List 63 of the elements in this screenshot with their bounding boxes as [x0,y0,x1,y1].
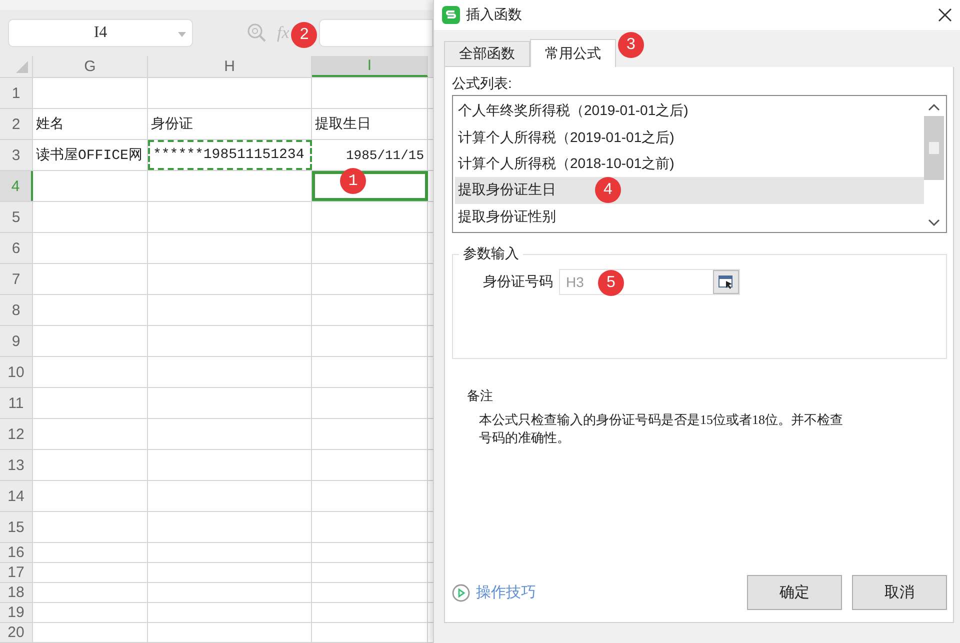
row-header[interactable]: 7 [0,264,33,294]
list-label: 公式列表: [452,75,513,93]
scroll-grip-icon[interactable] [929,142,939,154]
row-header[interactable]: 9 [0,326,33,356]
row-header[interactable]: 11 [0,388,33,418]
cancel-button[interactable]: 取消 [852,575,947,610]
row-header[interactable]: 20 [0,623,33,642]
table-cell: 姓名 [33,109,148,139]
step-badge: 1 [340,168,366,194]
window-title: 插入函数 [466,6,523,24]
table-cell: 提取生日 [312,109,428,139]
note-title: 备注 [467,387,494,405]
app-logo-icon [442,6,460,24]
formula-item[interactable]: 计算个人所得税（2019-01-01之后) [455,124,924,151]
zoom-icon[interactable] [247,22,267,43]
row-header[interactable]: 12 [0,419,33,449]
row-header[interactable]: 4 [0,171,33,201]
formula-item[interactable]: 计算个人所得税（2018-10-01之前) [455,150,924,178]
scroll-down-icon[interactable] [928,218,940,228]
scroll-up-icon[interactable] [928,102,940,112]
tips-link[interactable]: 操作技巧 [452,583,536,602]
select-all-icon[interactable] [16,61,28,73]
formula-field[interactable] [319,18,433,47]
row-header[interactable]: 5 [0,202,33,232]
close-icon[interactable] [938,8,952,22]
cell-select-icon [718,275,734,289]
dropdown-caret-icon [178,32,186,37]
active-cell[interactable]: 1 [312,171,428,201]
tab[interactable]: 常用公式 [530,39,616,67]
step-badge: 3 [618,32,644,58]
tab[interactable]: 全部函数 [444,41,530,67]
formula-item[interactable]: 个人年终奖所得税（2019-01-01之后) [455,98,924,124]
row-header[interactable]: 15 [0,512,33,542]
row-header[interactable]: 17 [0,563,33,582]
row-header[interactable]: 13 [0,450,33,480]
input-field[interactable]: H3 5 [559,269,740,295]
field-label: 身份证号码 [483,273,553,291]
formula-item[interactable]: 提取身份证生日 4 [455,177,924,204]
step-badge: 5 [598,270,624,296]
row-header[interactable]: 2 [0,109,33,139]
row-header[interactable]: 6 [0,233,33,263]
row-header[interactable]: 19 [0,603,33,622]
step-badge: 2 [291,22,318,48]
formula-item[interactable]: 提取身份证性别 [455,204,924,230]
row-header[interactable]: 3 [0,140,33,170]
row-header[interactable]: 8 [0,295,33,325]
group-legend: 参数输入 [459,245,523,263]
name-box[interactable]: I4 [8,18,193,47]
row-header[interactable]: 1 [0,78,33,108]
step-badge: 4 [595,177,621,204]
range-picker-button[interactable] [713,270,739,294]
column-header[interactable]: G [33,56,148,77]
play-icon [452,584,470,602]
table-cell: 读书屋OFFICE网 [33,140,148,170]
table-cell: 身份证 [148,109,312,139]
row-header[interactable]: 18 [0,583,33,602]
note-text: 本公式只检查输入的身份证号码是否是15位或者18位。并不检查号码的准确性。 [479,411,844,447]
row-header[interactable]: 14 [0,481,33,511]
row-header[interactable]: 10 [0,357,33,387]
table-cell: ******198511151234 [148,140,312,170]
row-header[interactable]: 16 [0,543,33,562]
ok-button[interactable]: 确定 [747,575,842,610]
column-header[interactable]: I [312,56,428,77]
